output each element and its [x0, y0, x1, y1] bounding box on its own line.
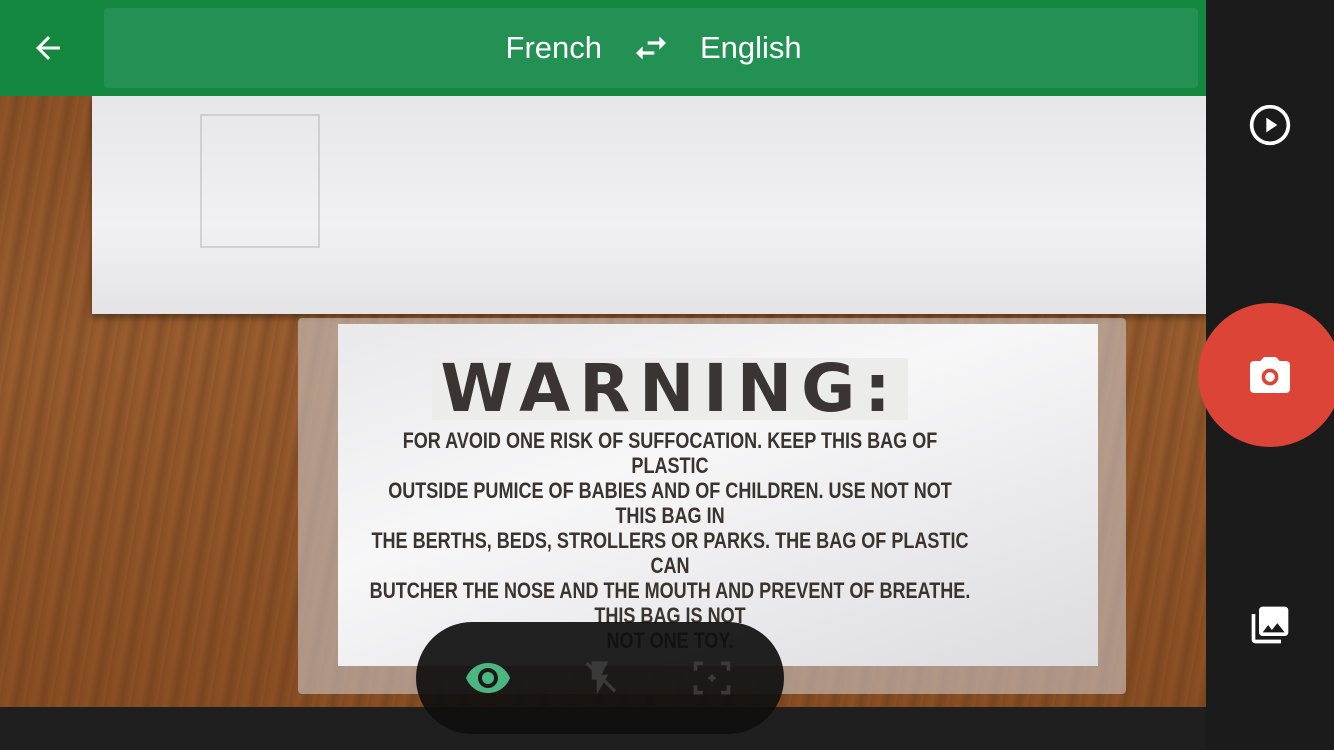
translated-line: THE BERTHS, BEDS, STROLLERS OR PARKS. TH… [371, 528, 969, 578]
focus-button[interactable] [684, 650, 740, 706]
shutter-button[interactable] [1198, 303, 1334, 447]
flash-button[interactable] [572, 650, 628, 706]
swap-arrows-icon [636, 36, 666, 60]
gallery-icon [1251, 606, 1289, 644]
camera-toolbar [416, 622, 784, 734]
stamp-outline [200, 114, 320, 248]
arrow-back-icon [36, 36, 60, 60]
camera-icon [1250, 357, 1290, 393]
toggle-overlay-button[interactable] [460, 650, 516, 706]
swap-languages-button[interactable] [626, 28, 676, 68]
play-circle-icon [1249, 104, 1291, 146]
translated-body: FOR AVOID ONE RISK OF SUFFOCATION. KEEP … [367, 428, 974, 653]
play-button[interactable] [1240, 95, 1300, 155]
gallery-button[interactable] [1240, 595, 1300, 655]
translated-line: FOR AVOID ONE RISK OF SUFFOCATION. KEEP … [402, 428, 938, 478]
translated-heading: WARNING: [432, 356, 908, 422]
top-bar: French English [0, 0, 1206, 96]
eye-icon [466, 663, 510, 693]
target-language-button[interactable]: English [700, 8, 802, 88]
translated-line: BUTCHER THE NOSE AND THE MOUTH AND PREVE… [369, 578, 971, 628]
translation-overlay: WARNING: FOR AVOID ONE RISK OF SUFFOCATI… [300, 356, 1040, 654]
focus-frame-icon [693, 661, 731, 695]
language-selector: French English [104, 8, 1198, 88]
flash-off-icon [585, 661, 617, 695]
translated-line: OUTSIDE PUMICE OF BABIES AND OF CHILDREN… [388, 478, 952, 528]
envelope-photo [92, 96, 1206, 314]
back-button[interactable] [12, 10, 84, 86]
camera-viewfinder: WARNING: FOR AVOID ONE RISK OF SUFFOCATI… [0, 96, 1206, 707]
source-language-button[interactable]: French [506, 8, 602, 88]
